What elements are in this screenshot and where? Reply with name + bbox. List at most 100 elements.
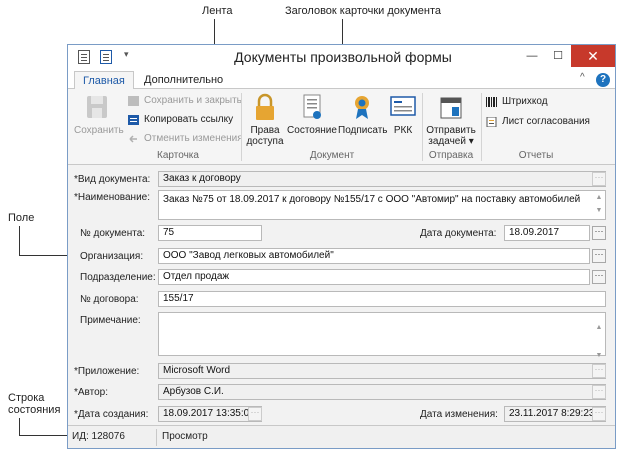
author-ellipsis-button[interactable]: ··· xyxy=(592,385,606,399)
send-task-label-2: задачей ▾ xyxy=(428,136,474,147)
access-rights-label-2: доступа xyxy=(246,136,284,147)
modified-label: Дата изменения: xyxy=(420,409,498,420)
status-id: ИД: 128076 xyxy=(72,431,125,442)
rkk-button[interactable]: РКК xyxy=(386,93,420,136)
approval-sheet-label: Лист согласования xyxy=(502,116,590,127)
undo-button[interactable]: Отменить изменения xyxy=(128,132,243,146)
save-close-label: Сохранить и закрыть xyxy=(144,95,242,106)
group-card-label: Карточка xyxy=(157,150,199,161)
sign-icon xyxy=(355,96,369,119)
save-label: Сохранить xyxy=(74,125,124,136)
status-bar: ИД: 128076 Просмотр xyxy=(68,425,615,448)
send-task-button[interactable]: Отправить задачей ▾ xyxy=(424,93,478,147)
calendar-task-icon xyxy=(440,97,462,119)
callout-card-title: Заголовок карточки документа xyxy=(285,5,441,17)
app-field: Microsoft Word xyxy=(158,363,606,379)
approval-sheet-icon xyxy=(486,117,497,127)
approval-sheet-button[interactable]: Лист согласования xyxy=(486,115,590,129)
callout-field-line-v xyxy=(19,226,20,255)
undo-icon xyxy=(129,135,137,143)
barcode-button[interactable]: Штрихкод xyxy=(486,95,548,109)
contract-field[interactable]: 155/17 xyxy=(158,291,606,307)
save-close-icon xyxy=(128,96,139,106)
doc-date-label: Дата документа: xyxy=(420,228,497,239)
minimize-button[interactable]: — xyxy=(519,45,545,67)
save-button[interactable]: Сохранить xyxy=(74,93,124,136)
callout-status-line-h xyxy=(19,435,69,436)
lock-icon xyxy=(256,93,274,120)
doc-date-field[interactable]: 18.09.2017 xyxy=(504,225,590,241)
floppy-icon xyxy=(87,96,107,118)
copy-link-label: Копировать ссылку xyxy=(144,114,234,125)
org-field[interactable]: ООО "Завод легковых автомобилей" xyxy=(158,248,590,264)
doc-kind-field: Заказ к договору xyxy=(158,171,606,187)
maximize-button[interactable]: ☐ xyxy=(545,45,571,67)
tab-main[interactable]: Главная xyxy=(74,71,134,90)
callout-status-line-v xyxy=(19,418,20,435)
properties-icon[interactable] xyxy=(100,50,112,64)
group-send-label: Отправка xyxy=(428,150,474,161)
help-icon[interactable]: ? xyxy=(596,73,610,87)
author-field: Арбузов С.И. xyxy=(158,384,606,400)
group-document-label: Документ xyxy=(309,150,355,161)
note-label: Примечание: xyxy=(80,315,141,326)
qat-customize-icon[interactable]: ▾ xyxy=(124,49,129,60)
dept-label: Подразделение: xyxy=(80,272,156,283)
app-ellipsis-button[interactable]: ··· xyxy=(592,364,606,378)
close-button[interactable]: ✕ xyxy=(571,45,615,67)
window-title: Документы произвольной формы xyxy=(234,49,452,65)
send-task-label-1: Отправить xyxy=(426,125,476,136)
author-label: *Автор: xyxy=(74,387,109,398)
state-button[interactable]: Состояние xyxy=(286,93,338,136)
app-label: *Приложение: xyxy=(74,366,140,377)
status-separator xyxy=(156,429,157,446)
callout-status-line2: состояния xyxy=(8,404,61,416)
group-reports-label: Отчеты xyxy=(518,150,554,161)
contract-label: № договора: xyxy=(80,294,139,305)
rkk-icon xyxy=(390,96,416,116)
name-scroll-icon[interactable]: ▲ ▼ xyxy=(594,191,604,217)
document-form: *Вид документа: Заказ к договору ··· *На… xyxy=(68,165,615,425)
copy-link-button[interactable]: Копировать ссылку xyxy=(128,113,233,127)
created-field: 18.09.2017 13:35:06 xyxy=(158,406,262,422)
status-mode: Просмотр xyxy=(162,431,208,442)
ribbon-separator xyxy=(481,93,482,161)
created-picker-button[interactable]: ··· xyxy=(248,407,262,421)
doc-kind-label: *Вид документа: xyxy=(74,174,151,185)
dept-ellipsis-button[interactable]: ··· xyxy=(592,270,606,284)
sign-button[interactable]: Подписать xyxy=(338,93,388,136)
modified-field: 23.11.2017 8:29:23 xyxy=(504,406,606,422)
ribbon-separator xyxy=(241,93,242,161)
name-label: *Наименование: xyxy=(74,192,150,203)
access-rights-button[interactable]: Права доступа xyxy=(244,93,286,147)
document-icon[interactable] xyxy=(78,50,90,64)
callout-ribbon: Лента xyxy=(202,5,233,17)
doc-number-label: № документа: xyxy=(80,228,146,239)
sign-label: Подписать xyxy=(338,125,388,136)
state-label: Состояние xyxy=(287,125,337,136)
state-icon xyxy=(303,94,321,119)
ribbon-separator xyxy=(422,93,423,161)
doc-number-field[interactable]: 75 xyxy=(158,225,262,241)
name-field[interactable]: Заказ №75 от 18.09.2017 к договору №155/… xyxy=(158,190,606,220)
tab-extra[interactable]: Дополнительно xyxy=(136,71,231,90)
dept-field[interactable]: Отдел продаж xyxy=(158,269,590,285)
modified-picker-button[interactable]: ··· xyxy=(592,407,606,421)
callout-title-line xyxy=(342,19,343,46)
callout-field-line-h xyxy=(19,255,69,256)
org-label: Организация: xyxy=(80,251,144,262)
doc-kind-ellipsis-button[interactable]: ··· xyxy=(592,172,606,186)
save-close-button[interactable]: Сохранить и закрыть xyxy=(128,94,242,108)
barcode-label: Штрихкод xyxy=(502,96,548,107)
link-icon xyxy=(128,115,139,125)
doc-date-picker-button[interactable]: ··· xyxy=(592,226,606,240)
org-ellipsis-button[interactable]: ··· xyxy=(592,249,606,263)
undo-label: Отменить изменения xyxy=(144,133,243,144)
access-rights-label-1: Права xyxy=(250,125,280,136)
collapse-ribbon-icon[interactable]: ^ xyxy=(580,72,585,83)
note-field[interactable] xyxy=(158,312,606,356)
callout-field: Поле xyxy=(8,212,35,224)
ribbon: Сохранить Сохранить и закрыть Копировать… xyxy=(68,89,615,165)
note-scroll-icon[interactable]: ▲ ▼ xyxy=(594,314,604,370)
title-bar: ▾ Документы произвольной формы — ☐ ✕ xyxy=(68,45,615,69)
